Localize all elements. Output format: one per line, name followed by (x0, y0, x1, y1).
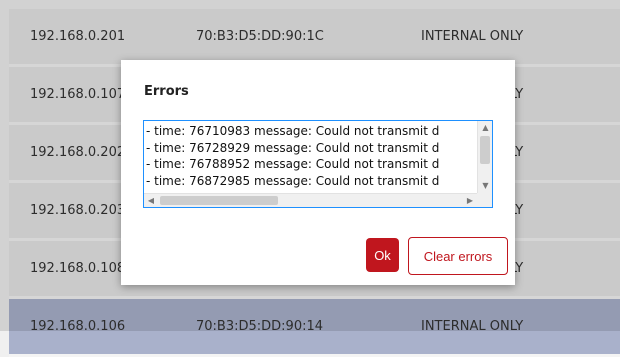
chevron-up-icon[interactable]: ▲ (478, 121, 492, 135)
vertical-scrollbar[interactable]: ▲ ▼ (477, 121, 492, 193)
log-line: - time: 76788952 message: Could not tran… (146, 157, 440, 171)
error-log-textarea[interactable]: - time: 76710983 message: Could not tran… (143, 120, 493, 208)
log-line: - time: 76710983 message: Could not tran… (146, 124, 440, 138)
vertical-scroll-thumb[interactable] (480, 136, 490, 164)
horizontal-scroll-thumb[interactable] (160, 196, 278, 205)
errors-dialog: Errors - time: 76710983 message: Could n… (121, 60, 515, 285)
log-line: - time: 76728929 message: Could not tran… (146, 140, 440, 155)
horizontal-scrollbar[interactable]: ◀ ▶ (144, 193, 477, 207)
ok-button[interactable]: Ok (366, 238, 399, 272)
chevron-left-icon[interactable]: ◀ (144, 194, 158, 207)
chevron-down-icon[interactable]: ▼ (478, 179, 492, 193)
scrollbar-corner (477, 193, 492, 207)
error-log-content: - time: 76710983 message: Could not tran… (146, 123, 476, 189)
dialog-title: Errors (144, 84, 189, 99)
log-line: - time: 76872985 message: Could not tran… (146, 173, 440, 188)
clear-errors-button[interactable]: Clear errors (408, 237, 508, 275)
chevron-right-icon[interactable]: ▶ (463, 194, 477, 207)
